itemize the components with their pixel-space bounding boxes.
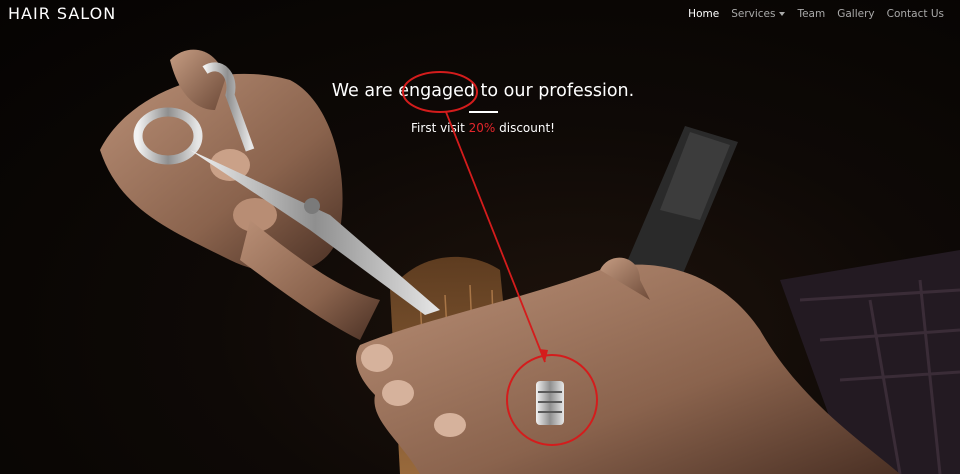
navbar: HAIR SALON Home Services Team Gallery Co… [0,0,960,30]
nav-menu: Home Services Team Gallery Contact Us [688,8,944,20]
headline-underline [469,111,498,113]
hero-headline: We are engaged to our profession. [0,81,960,101]
nav-services-dropdown[interactable]: Services [731,8,786,20]
brand-logo[interactable]: HAIR SALON [8,4,116,23]
discount-value: 20% [468,121,496,135]
headline-part-1: We are [331,81,399,101]
nav-contact[interactable]: Contact Us [887,8,944,20]
hero-subtitle: First visit 20% discount! [0,121,960,135]
hero-section: HAIR SALON Home Services Team Gallery Co… [0,0,960,474]
headline-highlight: engaged [398,81,475,101]
nav-home[interactable]: Home [688,8,719,20]
hero-background-photo [100,49,960,474]
nav-team[interactable]: Team [797,8,825,20]
headline-part-2: to our profession. [474,81,635,101]
nav-services-label: Services [731,8,776,20]
subtitle-part-1: First visit [411,121,469,135]
nav-gallery[interactable]: Gallery [837,8,874,20]
subtitle-part-2: discount! [495,121,555,135]
caret-down-icon [779,12,786,16]
